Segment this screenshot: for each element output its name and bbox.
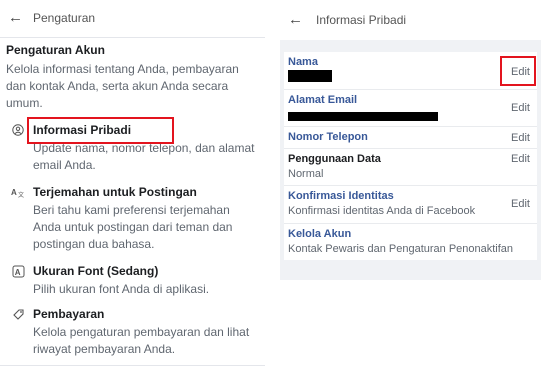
settings-panel: ← Pengaturan Pengaturan Akun Kelola info… [0, 0, 265, 369]
svg-text:A: A [14, 268, 20, 277]
info-row-value: Konfirmasi identitas Anda di Facebook [288, 205, 476, 217]
translate-icon: A文 [10, 186, 26, 202]
highlight-box [27, 117, 174, 144]
settings-item-translation[interactable]: A文 Terjemahan untuk Postingan Beri tahu … [0, 185, 265, 253]
info-row-value: Normal [288, 168, 324, 180]
settings-item-font-size[interactable]: A Ukuran Font (Sedang) Pilih ukuran font… [0, 264, 265, 298]
info-row-label: Penggunaan Data [288, 153, 381, 165]
info-row-phone[interactable]: Nomor Telepon Edit [284, 127, 537, 149]
svg-text:A: A [11, 188, 17, 197]
settings-item-description: Update nama, nomor telepon, dan alamat e… [33, 141, 255, 172]
settings-item-payments[interactable]: Pembayaran Kelola pengaturan pembayaran … [0, 307, 265, 359]
info-row-label: Nomor Telepon [288, 131, 368, 143]
svg-text:文: 文 [18, 191, 24, 198]
personal-info-card: Nama Edit Alamat Email Edit Nomor Telepo… [284, 52, 537, 260]
info-row-email[interactable]: Alamat Email Edit [284, 90, 537, 127]
info-row-label: Nama [288, 56, 318, 68]
edit-button[interactable]: Edit [511, 153, 530, 165]
settings-item-title: Pembayaran [33, 307, 105, 321]
redacted-value [288, 70, 332, 82]
settings-item-description: Kelola pengaturan pembayaran dan lihat r… [33, 325, 250, 356]
edit-button[interactable]: Edit [511, 198, 530, 210]
screenshot-root: ← Pengaturan Pengaturan Akun Kelola info… [0, 0, 541, 369]
divider [0, 365, 265, 366]
page-title: Informasi Pribadi [316, 13, 407, 27]
page-title: Pengaturan [33, 11, 96, 25]
settings-item-description: Beri tahu kami preferensi terjemahan And… [33, 203, 233, 251]
settings-header: ← Pengaturan [0, 0, 265, 38]
info-row-label: Alamat Email [288, 94, 358, 106]
redacted-value [288, 112, 438, 121]
info-row-value: Kontak Pewaris dan Pengaturan Penonaktif… [288, 243, 514, 255]
section-description: Kelola informasi tentang Anda, pembayara… [6, 62, 239, 110]
font-size-icon: A [10, 265, 26, 281]
section-title: Pengaturan Akun [6, 43, 105, 57]
tag-icon [10, 308, 26, 324]
settings-item-description: Pilih ukuran font Anda di aplikasi. [33, 282, 210, 296]
settings-item-title: Terjemahan untuk Postingan [33, 185, 197, 199]
info-row-label: Konfirmasi Identitas [288, 190, 394, 202]
person-icon [10, 124, 26, 140]
settings-item-title: Ukuran Font (Sedang) [33, 264, 159, 278]
back-arrow-icon[interactable]: ← [288, 11, 303, 29]
edit-button[interactable]: Edit [511, 102, 530, 114]
edit-button[interactable]: Edit [511, 132, 530, 144]
personal-info-panel: ← Informasi Pribadi Nama Edit Alamat Ema… [280, 0, 541, 280]
info-row-data-usage[interactable]: Penggunaan Data Normal Edit [284, 149, 537, 186]
info-row-identity[interactable]: Konfirmasi Identitas Konfirmasi identita… [284, 186, 537, 224]
info-row-manage-account[interactable]: Kelola Akun Kontak Pewaris dan Pengatura… [284, 224, 537, 260]
highlight-box [500, 56, 536, 86]
personal-info-header: ← Informasi Pribadi [280, 0, 541, 40]
info-row-label: Kelola Akun [288, 228, 352, 240]
back-arrow-icon[interactable]: ← [8, 9, 23, 27]
